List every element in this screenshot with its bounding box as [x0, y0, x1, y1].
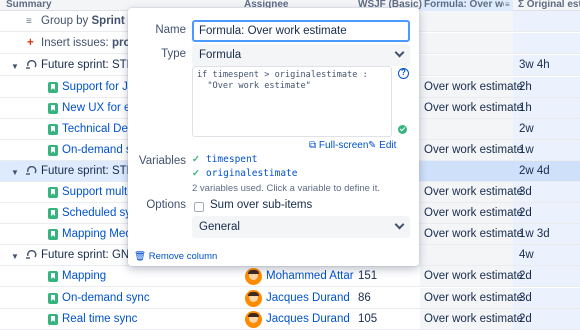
sum-over-subitems-checkbox[interactable]: [194, 202, 204, 212]
formula-editor[interactable]: if timespent > originalestimate : "Over …: [192, 66, 392, 137]
group-by-label: Group by: [41, 15, 92, 27]
issue-summary[interactable]: On-demand sync: [62, 288, 150, 309]
remove-column-link[interactable]: 🗑 Remove column: [134, 251, 217, 262]
avatar[interactable]: [245, 268, 262, 285]
type-select-value: Formula: [199, 49, 242, 61]
chevron-down-icon[interactable]: ▼: [11, 168, 19, 177]
formula-value: Over work estimate: [424, 207, 524, 219]
column-sort-icon[interactable]: ≡: [505, 0, 510, 9]
story-icon: [48, 82, 58, 93]
format-select-value: General: [199, 221, 240, 233]
wsjf-value: 86: [358, 292, 371, 304]
insert-plus-icon: +: [27, 37, 34, 49]
story-icon: [48, 293, 58, 304]
sigma-column-header[interactable]: Σ Original esti: [518, 0, 580, 10]
help-icon[interactable]: ?: [398, 68, 409, 79]
sprint-icon: [26, 60, 37, 69]
assignee-name[interactable]: Jacques Durand: [266, 288, 350, 309]
variable-timespent[interactable]: ✓ timespent: [192, 154, 257, 165]
sigma-value: 3w 4h: [519, 59, 550, 71]
formula-value: Over work estimate: [424, 186, 524, 198]
check-icon: ✓: [192, 168, 200, 179]
sigma-value: 4w: [519, 249, 534, 261]
trash-icon: 🗑: [134, 251, 149, 262]
column-name-input[interactable]: [192, 20, 410, 42]
fullscreen-icon: ⧉: [309, 140, 319, 151]
edit-link[interactable]: ✎ Edit: [368, 140, 396, 151]
issue-row[interactable]: On-demand sync Jacques Durand 86 Over wo…: [0, 288, 580, 309]
formula-value: Over work estimate: [424, 144, 524, 156]
group-by-icon: ≡: [26, 16, 32, 27]
formula-value: Over work estimate: [424, 292, 524, 304]
wsjf-value: 105: [358, 313, 378, 325]
sprint-icon: [26, 166, 37, 175]
type-label: Type: [161, 48, 186, 60]
sigma-value: 3d: [519, 186, 532, 198]
summary-column-header[interactable]: Summary: [6, 0, 52, 10]
sigma-value: 1h: [519, 102, 532, 114]
sigma-value: 2w 4d: [519, 165, 550, 177]
sigma-value: 2d: [519, 313, 532, 325]
story-icon: [48, 229, 58, 240]
avatar[interactable]: [245, 290, 262, 307]
sigma-value: 2d: [519, 207, 532, 219]
formula-value: Over work estimate: [424, 102, 524, 114]
chevron-down-icon[interactable]: ▼: [11, 252, 19, 261]
chevron-down-icon[interactable]: ▼: [11, 62, 19, 71]
story-icon: [48, 124, 58, 135]
sigma-value: 1w 3d: [519, 228, 550, 240]
story-icon: [48, 103, 58, 114]
wsjf-value: 151: [358, 270, 378, 282]
variables-hint: 2 variables used. Click a variable to de…: [192, 183, 380, 194]
fullscreen-link[interactable]: ⧉ Full-screen: [309, 140, 368, 151]
story-icon: [48, 271, 58, 282]
issue-summary[interactable]: Technical Debt: [62, 119, 137, 140]
assignee-name[interactable]: Mohammed Attar: [266, 266, 354, 287]
variables-label: Variables: [138, 155, 186, 167]
avatar[interactable]: [245, 311, 262, 328]
sigma-value: 2d: [519, 270, 532, 282]
pencil-icon: ✎: [368, 140, 380, 151]
chevron-down-icon: [394, 219, 405, 230]
formula-value: Over work estimate: [424, 313, 524, 325]
insert-issues-label: Insert issues:: [41, 37, 112, 49]
chevron-down-icon: [394, 47, 405, 58]
format-select[interactable]: General: [192, 216, 410, 238]
sum-over-subitems-label[interactable]: Sum over sub-items: [210, 199, 312, 211]
story-icon: [48, 314, 58, 325]
formula-value: Over work estimate: [424, 81, 524, 93]
sprint-icon: [26, 250, 37, 259]
sigma-value: 2w: [519, 123, 534, 135]
variable-originalestimate[interactable]: ✓ originalestimate: [192, 168, 297, 179]
issue-summary[interactable]: Real time sync: [62, 309, 137, 330]
assignee-name[interactable]: Jacques Durand: [266, 309, 350, 330]
sigma-value: 1w: [519, 144, 534, 156]
story-icon: [48, 187, 58, 198]
check-icon: ✓: [192, 154, 200, 165]
formula-column-header[interactable]: Formula: Over work: [424, 0, 504, 10]
sigma-value: 3d: [519, 292, 532, 304]
story-icon: [48, 208, 58, 219]
name-label: Name: [155, 24, 186, 36]
group-by-value[interactable]: Sprint: [92, 15, 125, 27]
formula-value: Over work estimate: [424, 228, 524, 240]
type-select[interactable]: Formula: [192, 44, 410, 66]
formula-value: Over work estimate: [424, 270, 524, 282]
issue-row[interactable]: Mapping Mohammed Attar 151 Over work est…: [0, 266, 580, 287]
valid-check-icon: [398, 125, 407, 134]
options-label: Options: [146, 199, 186, 211]
column-config-popup: Name Type Formula if timespent > origina…: [128, 8, 419, 266]
issue-summary[interactable]: Mapping: [62, 266, 106, 287]
sigma-value: 2h: [519, 81, 532, 93]
issue-row[interactable]: Real time sync Jacques Durand 105 Over w…: [0, 309, 580, 330]
story-icon: [48, 145, 58, 156]
